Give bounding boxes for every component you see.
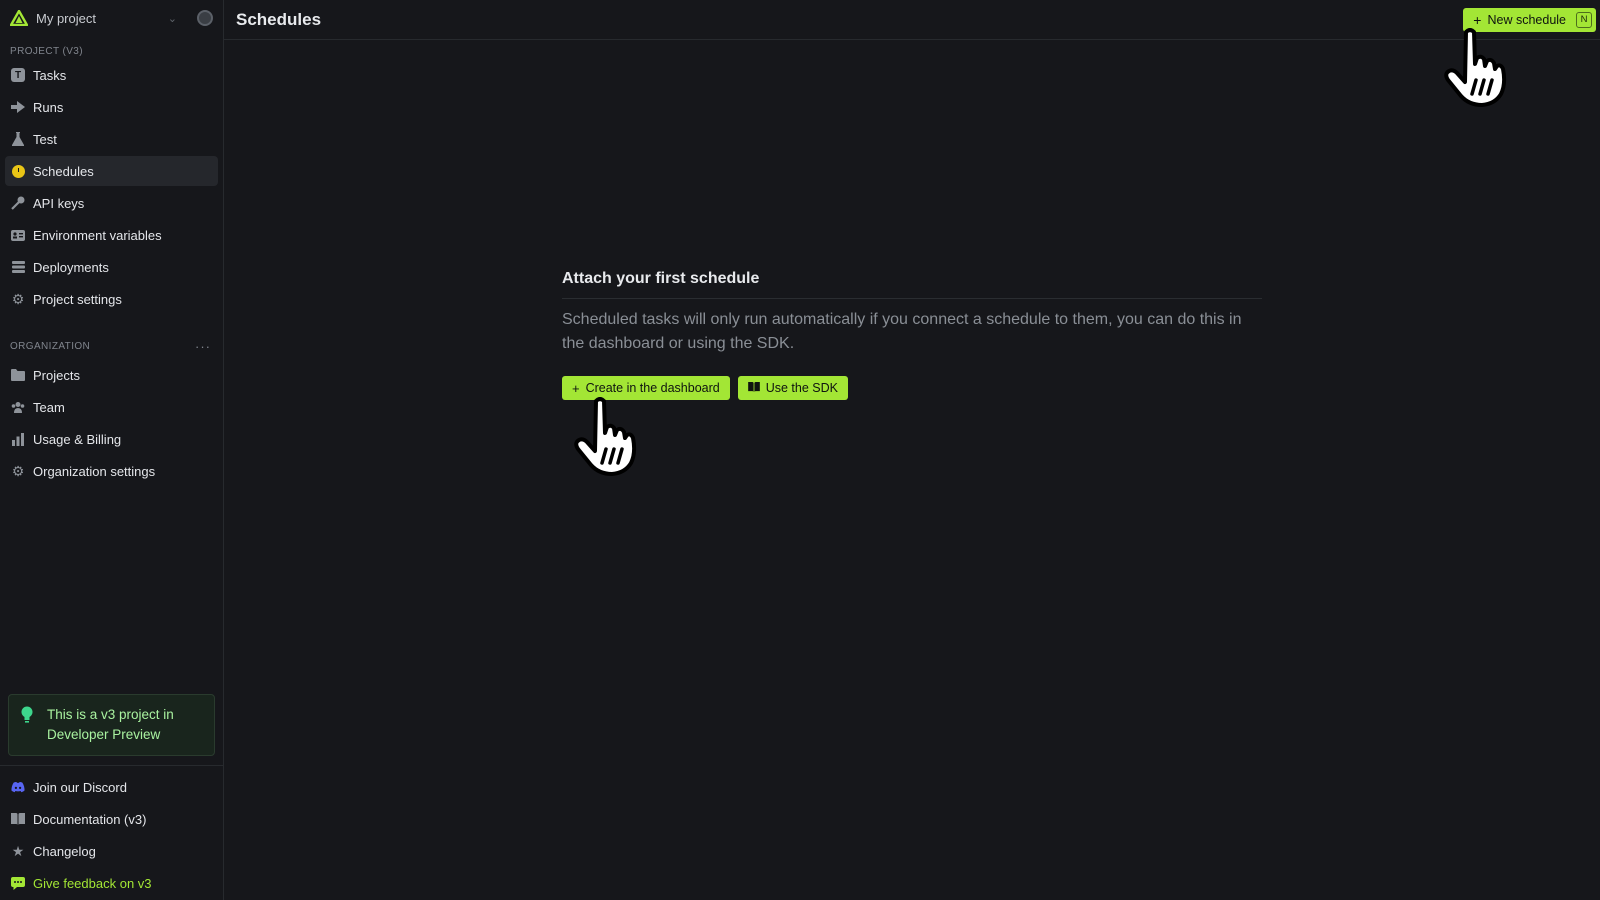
sidebar-item-runs[interactable]: Runs: [5, 92, 218, 122]
gear-icon: ⚙: [11, 462, 25, 479]
sidebar-footer: Join our Discord Documentation (v3) ★ Ch…: [0, 765, 223, 900]
lightbulb-icon: [21, 706, 33, 729]
sidebar: My project ⌄ PROJECT (V3) T Tasks Runs T…: [0, 0, 224, 900]
main-content: Schedules + New schedule N Attach your f…: [224, 0, 1600, 900]
sidebar-item-label: Documentation (v3): [33, 811, 147, 827]
create-in-dashboard-label: Create in the dashboard: [585, 381, 720, 395]
sidebar-item-label: Team: [33, 399, 65, 415]
sidebar-item-label: Usage & Billing: [33, 431, 122, 447]
sidebar-item-projects[interactable]: Projects: [5, 360, 218, 390]
clock-icon: [11, 164, 25, 178]
page-title: Schedules: [236, 9, 322, 29]
plus-icon: +: [1473, 11, 1482, 28]
key-icon: [11, 196, 25, 210]
sidebar-item-changelog[interactable]: ★ Changelog: [5, 836, 218, 866]
sidebar-item-test[interactable]: Test: [5, 124, 218, 154]
hand-pointer-icon: [574, 397, 637, 476]
sidebar-item-label: Test: [33, 131, 57, 147]
more-options-icon[interactable]: ···: [195, 339, 211, 354]
app-root: My project ⌄ PROJECT (V3) T Tasks Runs T…: [0, 0, 1600, 900]
developer-preview-notice: This is a v3 project in Developer Previe…: [8, 694, 215, 756]
sidebar-item-label: Environment variables: [33, 227, 162, 243]
project-section-label: PROJECT (V3): [0, 43, 223, 59]
project-selector[interactable]: My project ⌄: [0, 0, 223, 36]
sidebar-item-documentation[interactable]: Documentation (v3): [5, 804, 218, 834]
sidebar-item-team[interactable]: Team: [5, 392, 218, 422]
chevron-down-icon[interactable]: ⌄: [168, 12, 177, 25]
sidebar-item-label: Changelog: [33, 843, 96, 859]
user-circle-icon[interactable]: [197, 10, 213, 26]
developer-preview-text: This is a v3 project in Developer Previe…: [47, 707, 174, 742]
trigger-logo-icon: [10, 9, 28, 27]
sidebar-item-environment-variables[interactable]: Environment variables: [5, 220, 218, 250]
gear-icon: ⚙: [11, 290, 25, 307]
sidebar-item-deployments[interactable]: Deployments: [5, 252, 218, 282]
star-icon: ★: [11, 842, 25, 859]
hand-pointer-icon: [1444, 28, 1507, 107]
sidebar-item-api-keys[interactable]: API keys: [5, 188, 218, 218]
team-icon: [11, 400, 25, 414]
sidebar-item-usage-billing[interactable]: Usage & Billing: [5, 424, 218, 454]
sidebar-item-label: Organization settings: [33, 463, 156, 479]
stack-icon: [11, 260, 25, 274]
task-icon: T: [11, 68, 25, 82]
shortcut-key: N: [1576, 11, 1592, 28]
plus-icon: +: [572, 380, 580, 396]
sidebar-item-label: Give feedback on v3: [33, 875, 152, 891]
empty-state: Attach your first schedule Scheduled tas…: [562, 270, 1262, 400]
sidebar-item-project-settings[interactable]: ⚙ Project settings: [5, 284, 218, 314]
organization-section-label: ORGANIZATION ···: [0, 338, 223, 354]
sidebar-item-label: Tasks: [33, 67, 67, 83]
book-icon: [747, 381, 760, 395]
id-card-icon: [11, 228, 25, 242]
sidebar-item-label: Schedules: [33, 163, 94, 179]
chat-icon: [11, 876, 25, 890]
sidebar-item-organization-settings[interactable]: ⚙ Organization settings: [5, 456, 218, 486]
project-section-label-text: PROJECT (V3): [10, 45, 83, 57]
sidebar-item-schedules[interactable]: Schedules: [5, 156, 218, 186]
sidebar-item-label: API keys: [33, 195, 85, 211]
empty-state-title: Attach your first schedule: [562, 270, 1262, 299]
runs-icon: [11, 100, 25, 114]
beaker-icon: [11, 132, 25, 146]
discord-icon: [11, 780, 25, 794]
organization-section-label-text: ORGANIZATION: [10, 340, 91, 352]
empty-state-actions: + Create in the dashboard Use the SDK: [562, 376, 1262, 400]
book-icon: [11, 812, 25, 826]
empty-state-description: Scheduled tasks will only run automatica…: [562, 311, 1242, 352]
sidebar-item-feedback[interactable]: Give feedback on v3: [5, 868, 218, 898]
folder-icon: [11, 368, 25, 382]
sidebar-item-discord[interactable]: Join our Discord: [5, 772, 218, 802]
use-sdk-label: Use the SDK: [765, 381, 838, 395]
sidebar-item-label: Runs: [33, 99, 64, 115]
use-sdk-button[interactable]: Use the SDK: [737, 376, 848, 400]
new-schedule-label: New schedule: [1487, 12, 1566, 27]
bar-chart-icon: [11, 432, 25, 446]
sidebar-item-label: Projects: [33, 367, 80, 383]
page-header: Schedules + New schedule N: [224, 0, 1600, 40]
sidebar-item-label: Join our Discord: [33, 779, 127, 795]
sidebar-item-label: Project settings: [33, 291, 122, 307]
project-name: My project: [36, 10, 96, 26]
sidebar-item-label: Deployments: [33, 259, 109, 275]
sidebar-item-tasks[interactable]: T Tasks: [5, 60, 218, 90]
